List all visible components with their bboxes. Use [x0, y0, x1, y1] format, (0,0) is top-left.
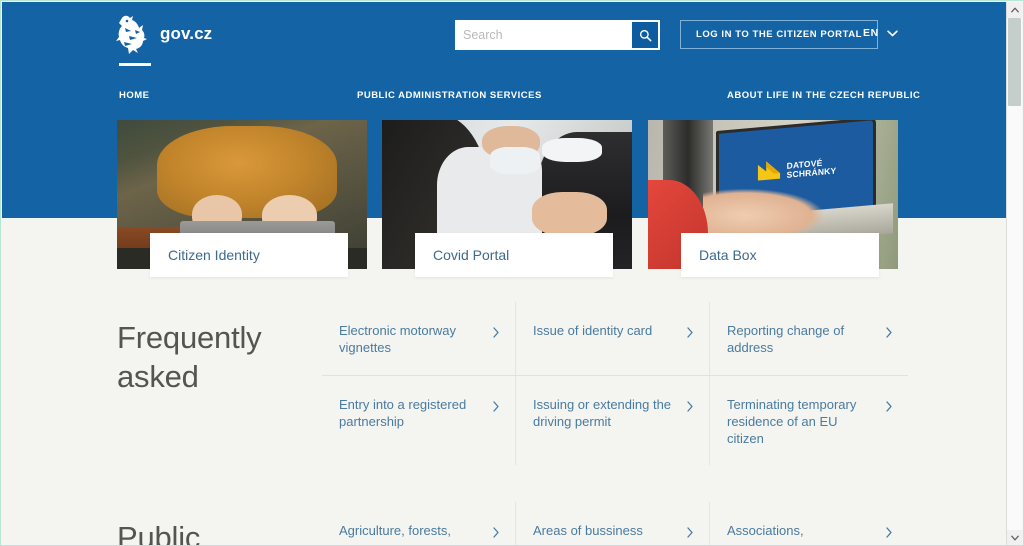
faq-cell-4[interactable]: Issuing or extending the driving permit [515, 374, 709, 466]
scrollbar-thumb[interactable] [1008, 18, 1021, 106]
public-link-grid: Agriculture, forests, Areas of bussiness [322, 502, 908, 545]
faq-cell-0[interactable]: Electronic motorway vignettes [322, 302, 515, 375]
faq-cell-2[interactable]: Reporting change of address [709, 302, 908, 375]
faq-link-label-4: Issuing or extending the driving permit [533, 396, 672, 429]
hero-cards: Citizen Identity Covid Portal DATOVÉ SCH… [2, 120, 1008, 285]
datove-schranky-arrow-icon [755, 157, 781, 188]
search-input[interactable] [455, 21, 632, 49]
nav-item-public-administration-services[interactable]: PUBLIC ADMINISTRATION SERVICES [357, 90, 542, 101]
nav-item-about-life-in-the-czech-republic[interactable]: ABOUT LIFE IN THE CZECH REPUBLIC [727, 90, 920, 101]
main-navigation: HOME PUBLIC ADMINISTRATION SERVICES ABOU… [2, 63, 1008, 112]
chevron-right-icon [886, 325, 892, 343]
site-logo[interactable]: gov.cz [115, 12, 212, 56]
faq-cell-3[interactable]: Entry into a registered partnership [322, 374, 515, 466]
page-content: gov.cz LOG IN TO THE CITIZEN PORTAL [2, 2, 1008, 546]
faq-cell-1[interactable]: Issue of identity card [515, 302, 709, 375]
search-icon [639, 29, 652, 42]
chevron-right-icon [687, 525, 693, 543]
search-bar[interactable] [455, 20, 660, 50]
public-link-label-2: Associations, [727, 523, 804, 538]
public-cell-2[interactable]: Associations, [709, 502, 908, 545]
section-title-public: Public [117, 520, 201, 546]
faq-cell-5[interactable]: Terminating temporary residence of an EU… [709, 374, 908, 466]
language-switcher[interactable]: EN [863, 27, 898, 39]
hero-label-citizen-identity[interactable]: Citizen Identity [150, 233, 348, 277]
hero-card-covid-portal[interactable]: Covid Portal [382, 120, 632, 277]
browser-viewport: gov.cz LOG IN TO THE CITIZEN PORTAL [0, 0, 1024, 546]
search-submit-button[interactable] [632, 22, 658, 48]
chevron-right-icon [493, 325, 499, 343]
public-cell-0[interactable]: Agriculture, forests, [322, 502, 515, 545]
section-title-frequently-asked: Frequently asked [117, 320, 262, 394]
hero-card-citizen-identity[interactable]: Citizen Identity [117, 120, 367, 277]
faq-link-label-1: Issue of identity card [533, 323, 653, 338]
active-nav-indicator [119, 63, 151, 66]
hero-label-covid-portal[interactable]: Covid Portal [415, 233, 613, 277]
chevron-right-icon [886, 525, 892, 543]
language-label: EN [863, 27, 879, 39]
faq-link-label-0: Electronic motorway vignettes [339, 323, 457, 356]
header-top-bar: gov.cz LOG IN TO THE CITIZEN PORTAL [2, 2, 1008, 68]
chevron-right-icon [687, 325, 693, 343]
faq-link-label-3: Entry into a registered partnership [339, 396, 467, 429]
public-link-label-1: Areas of bussiness [533, 523, 643, 538]
faq-link-grid: Electronic motorway vignettes Issue of i… [322, 302, 908, 466]
chevron-right-icon [886, 399, 892, 417]
czech-lion-icon [115, 12, 151, 56]
scroll-up-arrow-icon[interactable] [1007, 2, 1022, 18]
vertical-scrollbar[interactable] [1006, 2, 1022, 545]
datove-schranky-brand-text: DATOVÉ SCHRÁNKY [786, 158, 836, 181]
nav-item-home[interactable]: HOME [119, 90, 150, 101]
brand-text: gov.cz [160, 24, 213, 43]
hero-card-data-box[interactable]: DATOVÉ SCHRÁNKY Data Box [648, 120, 898, 277]
scroll-down-arrow-icon[interactable] [1007, 530, 1022, 545]
chevron-right-icon [493, 525, 499, 543]
chevron-right-icon [687, 399, 693, 417]
public-link-label-0: Agriculture, forests, [339, 523, 451, 538]
chevron-right-icon [493, 399, 499, 417]
hero-label-data-box[interactable]: Data Box [681, 233, 879, 277]
faq-link-label-2: Reporting change of address [727, 323, 845, 356]
faq-link-label-5: Terminating temporary residence of an EU… [727, 396, 857, 447]
chevron-down-icon [887, 29, 898, 37]
public-cell-1[interactable]: Areas of bussiness [515, 502, 709, 545]
scrollbar-track[interactable] [1007, 18, 1022, 530]
login-button[interactable]: LOG IN TO THE CITIZEN PORTAL [680, 20, 878, 49]
